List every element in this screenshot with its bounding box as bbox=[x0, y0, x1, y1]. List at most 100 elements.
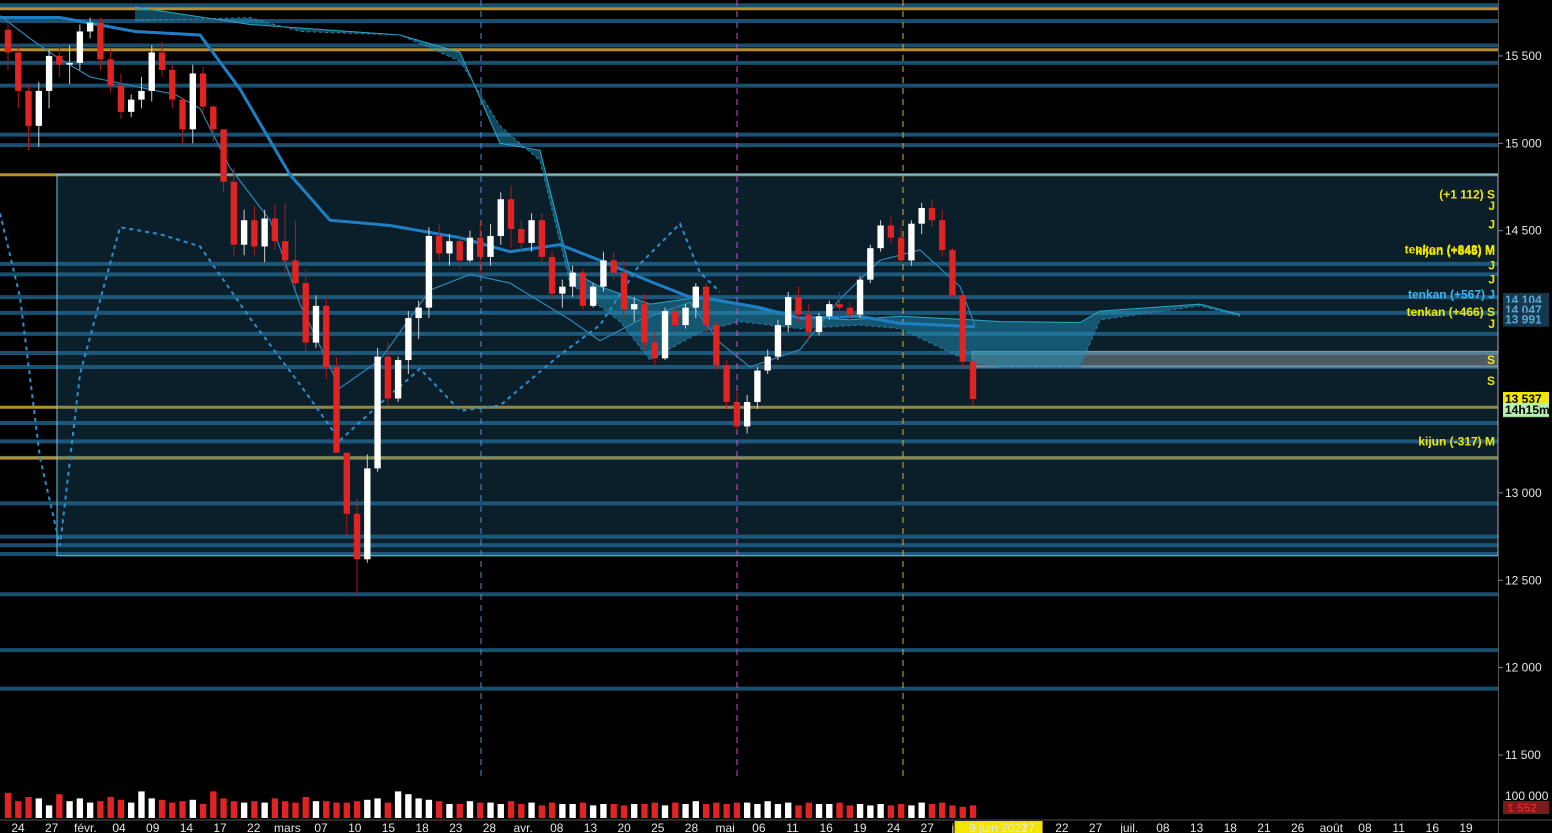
candle-body bbox=[343, 452, 350, 514]
volume-bar bbox=[723, 804, 730, 818]
candle-body bbox=[435, 235, 443, 254]
level-annotation: J bbox=[1488, 199, 1495, 213]
candle-body bbox=[4, 29, 12, 53]
volume-bar bbox=[487, 802, 494, 818]
x-tick-label: juil. bbox=[1119, 821, 1138, 833]
level-annotation: tenkan (+466) S bbox=[1407, 305, 1495, 319]
volume-bar bbox=[918, 802, 925, 818]
y-tick-label: 15 000 bbox=[1505, 136, 1542, 150]
x-tick-label: 07 bbox=[314, 821, 328, 833]
candle-body bbox=[415, 307, 422, 319]
volume-bar bbox=[846, 805, 853, 818]
candle bbox=[169, 64, 176, 109]
candle-body bbox=[240, 220, 248, 245]
volume-bar bbox=[405, 794, 412, 818]
candle-body bbox=[631, 304, 638, 310]
price-tag-label: 13 991 bbox=[1505, 313, 1542, 327]
x-tick-label: 16 bbox=[820, 821, 834, 833]
volume-bar bbox=[158, 799, 166, 818]
candle-body bbox=[528, 220, 535, 243]
volume-bar bbox=[702, 804, 710, 818]
price-tag-label: 14h15m bbox=[1505, 403, 1550, 417]
candle-body bbox=[261, 218, 268, 247]
volume-bar bbox=[764, 801, 771, 818]
volume-bar bbox=[497, 804, 504, 818]
candle-body bbox=[56, 55, 63, 65]
volume-bar bbox=[600, 804, 607, 818]
volume-bar bbox=[138, 791, 145, 818]
candle-body bbox=[292, 260, 299, 284]
volume-bar bbox=[394, 791, 402, 818]
candle bbox=[908, 220, 915, 266]
trading-chart[interactable]: (+1 112) SJJtenkan (+843) Mkijun (+845) … bbox=[0, 0, 1552, 833]
candle bbox=[45, 50, 53, 109]
volume-bar bbox=[856, 804, 864, 818]
x-tick-label: 08 bbox=[1358, 821, 1372, 833]
volume-bar bbox=[333, 802, 340, 818]
volume-bar bbox=[733, 802, 741, 818]
candle bbox=[713, 321, 720, 371]
candle bbox=[589, 283, 597, 308]
volume-bar bbox=[384, 802, 392, 818]
x-tick-label: mai bbox=[715, 821, 734, 833]
volume-bar bbox=[76, 798, 84, 818]
volume-bar bbox=[374, 798, 381, 818]
candle-body bbox=[281, 241, 289, 261]
candle-body bbox=[466, 237, 474, 261]
y-tick-label: 12 000 bbox=[1505, 661, 1542, 675]
candle-body bbox=[189, 73, 196, 130]
candle-body bbox=[179, 99, 186, 130]
volume-bar bbox=[548, 802, 556, 818]
candle-body bbox=[353, 513, 361, 560]
x-tick-label: 17 bbox=[213, 821, 227, 833]
y-tick-label: 13 000 bbox=[1505, 486, 1542, 500]
volume-bar bbox=[148, 798, 155, 818]
volume-last-label: 1 552 bbox=[1507, 801, 1537, 815]
candle-body bbox=[405, 318, 412, 361]
candle bbox=[774, 319, 782, 361]
volume-bar bbox=[271, 798, 279, 818]
candle bbox=[323, 297, 330, 380]
candle bbox=[189, 64, 196, 144]
level-annotation: kijun (+845) M bbox=[1415, 244, 1495, 258]
x-tick-label: 19 bbox=[853, 821, 867, 833]
volume-bar bbox=[836, 802, 843, 818]
candle-body bbox=[702, 286, 710, 326]
candle-body bbox=[538, 220, 546, 257]
candle-body bbox=[76, 31, 84, 63]
candle-body bbox=[641, 304, 648, 343]
volume-bar bbox=[672, 802, 679, 818]
candle-body bbox=[364, 468, 371, 560]
volume-bar bbox=[45, 805, 53, 818]
volume-bar bbox=[610, 804, 617, 818]
volume-bar bbox=[97, 801, 104, 818]
volume-bar bbox=[66, 801, 73, 818]
x-tick-label: 08 bbox=[550, 821, 564, 833]
candle-body bbox=[15, 52, 22, 91]
volume-bar bbox=[466, 801, 474, 818]
candle-body bbox=[548, 256, 556, 294]
volume-bar bbox=[939, 802, 946, 818]
candle bbox=[856, 276, 864, 319]
candle-body bbox=[713, 325, 720, 366]
volume-bar bbox=[713, 802, 720, 818]
candle bbox=[117, 73, 125, 119]
level-annotation: tenkan (+567) J bbox=[1408, 288, 1495, 302]
candle bbox=[548, 251, 556, 299]
candle-body bbox=[117, 85, 125, 112]
candle-body bbox=[302, 283, 309, 343]
volume-bar bbox=[240, 802, 248, 818]
level-annotation: J bbox=[1488, 218, 1495, 232]
candle-body bbox=[569, 272, 576, 287]
x-tick-label: 15 bbox=[382, 821, 396, 833]
volume-bar bbox=[826, 804, 833, 818]
candle bbox=[959, 293, 966, 368]
candle bbox=[425, 227, 433, 319]
volume-bar bbox=[579, 802, 587, 818]
volume-bar bbox=[867, 805, 874, 818]
candle-body bbox=[815, 316, 823, 333]
candle-body bbox=[425, 235, 433, 308]
volume-bar bbox=[477, 802, 484, 818]
candle-body bbox=[733, 401, 741, 427]
candle-body bbox=[333, 367, 340, 453]
